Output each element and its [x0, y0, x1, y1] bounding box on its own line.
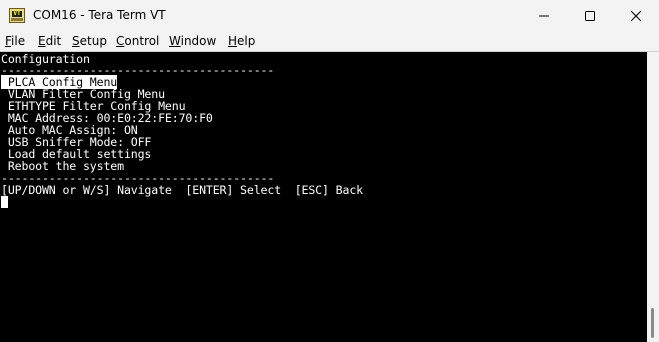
- minimize-icon: [539, 15, 549, 17]
- menu-control-label: ontrol: [124, 34, 160, 48]
- scrollbar-thumb[interactable]: [651, 308, 654, 338]
- menu-window-label: indow: [180, 34, 217, 48]
- terminal-cursor: [1, 196, 8, 208]
- menu-window-accel: W: [169, 34, 181, 48]
- close-icon: [631, 11, 641, 21]
- menu-edit[interactable]: Edit: [38, 34, 61, 48]
- menu-edit-label: dit: [45, 34, 62, 48]
- vertical-scrollbar[interactable]: [647, 52, 659, 342]
- menu-edit-accel: E: [38, 34, 46, 48]
- maximize-icon: [585, 11, 595, 21]
- menu-help[interactable]: Help: [228, 34, 255, 48]
- menu-control[interactable]: Control: [116, 34, 159, 48]
- menu-setup-accel: S: [72, 34, 80, 48]
- menu-file-label: ile: [11, 34, 26, 48]
- app-icon-base: [11, 18, 23, 21]
- help-line: [UP/DOWN or W/S] Navigate [ENTER] Select…: [1, 183, 363, 197]
- menu-file[interactable]: File: [5, 34, 25, 48]
- tera-term-app-icon[interactable]: VT: [9, 8, 25, 23]
- menu-setup[interactable]: Setup: [72, 34, 107, 48]
- minimize-button[interactable]: [521, 0, 567, 32]
- menu-window[interactable]: Window: [169, 34, 216, 48]
- menu-help-label: elp: [237, 34, 256, 48]
- title-bar[interactable]: VT COM16 - Tera Term VT: [0, 0, 659, 32]
- menu-setup-label: etup: [79, 34, 107, 48]
- window-title: COM16 - Tera Term VT: [33, 8, 166, 22]
- terminal-screen[interactable]: Configuration --------------------------…: [0, 52, 647, 342]
- menu-help-accel: H: [228, 34, 238, 48]
- close-button[interactable]: [613, 0, 659, 32]
- menu-bar: File Edit Setup Control Window Help: [0, 32, 659, 52]
- maximize-button[interactable]: [567, 0, 613, 32]
- app-icon-screen: VT: [12, 10, 22, 17]
